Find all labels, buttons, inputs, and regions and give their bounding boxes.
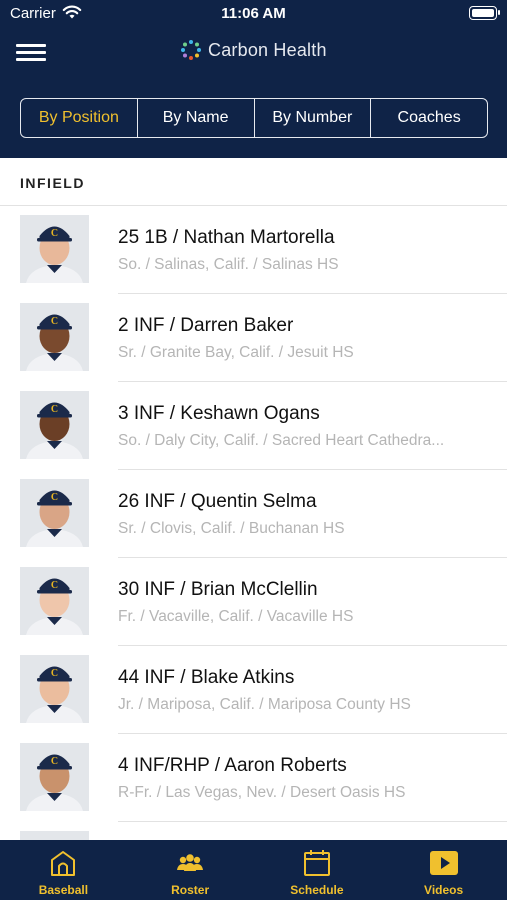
segment-by-name[interactable]: By Name	[138, 99, 255, 137]
calendar-icon	[303, 850, 330, 876]
svg-text:C: C	[51, 404, 58, 415]
tab-label: Baseball	[38, 883, 89, 897]
player-details: R-Fr. / Las Vegas, Nev. / Desert Oasis H…	[118, 784, 406, 801]
player-name: 30 INF / Brian McClellin	[118, 579, 318, 600]
player-details: So. / Daly City, Calif. / Sacred Heart C…	[118, 432, 445, 449]
stadium-icon	[51, 851, 76, 876]
segment-by-number[interactable]: By Number	[255, 99, 372, 137]
player-details: Fr. / Vacaville, Calif. / Vacaville HS	[118, 608, 354, 625]
player-photo: C	[20, 655, 89, 723]
player-row[interactable]: C 4 INF/RHP / Aaron Roberts R-Fr. / Las …	[0, 734, 507, 822]
play-icon	[429, 851, 458, 875]
player-photo: C	[20, 567, 89, 635]
tab-schedule[interactable]: Schedule	[254, 840, 381, 900]
player-name: 4 INF/RHP / Aaron Roberts	[118, 755, 347, 776]
section-header: INFIELD	[0, 158, 507, 206]
svg-text:C: C	[51, 492, 58, 503]
player-row[interactable]: C 26 INF / Quentin Selma Sr. / Clovis, C…	[0, 470, 507, 558]
player-name: 44 INF / Blake Atkins	[118, 667, 295, 688]
player-details: Jr. / Mariposa, Calif. / Mariposa County…	[118, 696, 411, 713]
svg-text:C: C	[51, 668, 58, 679]
player-photo: C	[20, 479, 89, 547]
menu-icon[interactable]	[16, 42, 46, 64]
tab-label: Schedule	[290, 883, 344, 897]
svg-text:C: C	[51, 756, 58, 767]
player-photo: C	[20, 743, 89, 811]
player-name: 3 INF / Keshawn Ogans	[118, 403, 320, 424]
tab-baseball[interactable]: Baseball	[0, 840, 127, 900]
app-header: Carrier 11:06 AM Carbon Health By Positi…	[0, 0, 507, 158]
player-photo: C	[20, 215, 89, 283]
player-name: 26 INF / Quentin Selma	[118, 491, 317, 512]
tab-label: Roster	[171, 883, 210, 897]
svg-text:C: C	[51, 580, 58, 591]
player-row[interactable]: C 3 INF / Keshawn Ogans So. / Daly City,…	[0, 382, 507, 470]
carbon-health-logo-icon	[181, 40, 201, 60]
player-details: So. / Salinas, Calif. / Salinas HS	[118, 256, 339, 273]
segment-coaches[interactable]: Coaches	[371, 99, 487, 137]
svg-text:C: C	[51, 316, 58, 327]
player-details: Sr. / Clovis, Calif. / Buchanan HS	[118, 520, 345, 537]
brand-name: Carbon Health	[208, 39, 327, 60]
player-row[interactable]: C 44 INF / Blake Atkins Jr. / Mariposa, …	[0, 646, 507, 734]
status-bar: Carrier 11:06 AM	[0, 0, 507, 28]
svg-text:C: C	[51, 228, 58, 239]
player-photo: C	[20, 303, 89, 371]
player-row-partial[interactable]	[0, 822, 507, 840]
player-details: Sr. / Granite Bay, Calif. / Jesuit HS	[118, 344, 354, 361]
roster-icon	[177, 854, 204, 871]
clock: 11:06 AM	[221, 5, 286, 22]
battery-icon	[469, 6, 500, 20]
player-photo: C	[20, 391, 89, 459]
brand-logo: Carbon Health	[180, 38, 327, 62]
player-name: 25 1B / Nathan Martorella	[118, 227, 335, 248]
roster-sort-segmented-control: By Position By Name By Number Coaches	[20, 98, 488, 138]
tab-label: Videos	[424, 883, 464, 897]
tab-roster[interactable]: Roster	[127, 840, 254, 900]
player-row[interactable]: C 30 INF / Brian McClellin Fr. / Vacavil…	[0, 558, 507, 646]
player-list: C 25 1B / Nathan Martorella So. / Salina…	[0, 206, 507, 840]
player-photo	[20, 831, 89, 840]
tab-bar: Baseball Roster Schedule Videos	[0, 840, 507, 900]
section-title: INFIELD	[20, 175, 85, 191]
player-row[interactable]: C 25 1B / Nathan Martorella So. / Salina…	[0, 206, 507, 294]
segment-by-position[interactable]: By Position	[21, 99, 138, 137]
player-row[interactable]: C 2 INF / Darren Baker Sr. / Granite Bay…	[0, 294, 507, 382]
player-name: 2 INF / Darren Baker	[118, 315, 294, 336]
tab-videos[interactable]: Videos	[380, 840, 507, 900]
